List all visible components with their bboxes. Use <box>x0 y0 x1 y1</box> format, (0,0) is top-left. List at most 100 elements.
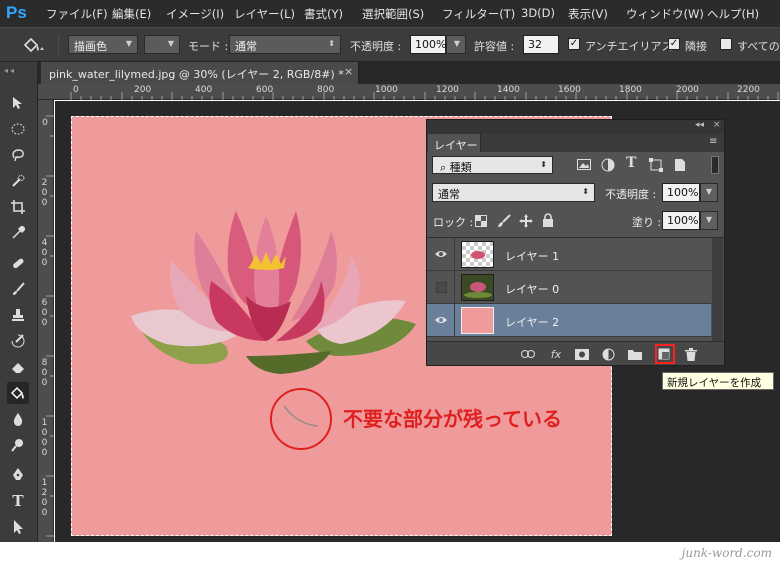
opacity-field[interactable]: 100% <box>410 35 446 54</box>
ruler-label: 8 0 0 <box>41 358 48 388</box>
close-icon[interactable]: × <box>713 120 721 130</box>
eyedropper-tool-icon[interactable] <box>7 222 29 244</box>
lock-transparent-icon[interactable] <box>475 215 487 230</box>
tolerance-field[interactable]: 32 <box>523 35 559 54</box>
layer-thumbnail <box>461 307 494 334</box>
layers-panel: ◂◂ × ≡ レイヤー ⌕ 種類 ⬍ T 通常 ⬍ 不透明度 : 100% ▼ … <box>426 119 725 366</box>
layer-fill-field[interactable]: 100% <box>662 211 700 230</box>
contiguous-checkbox[interactable]: ✓ <box>668 38 680 50</box>
move-tool-icon[interactable] <box>7 92 29 114</box>
shape-filter-icon[interactable] <box>649 158 663 175</box>
visibility-eye-icon[interactable] <box>428 238 455 270</box>
fx-icon[interactable]: fx <box>548 346 564 362</box>
paint-bucket-tool-icon[interactable] <box>22 36 44 57</box>
layer-row[interactable]: レイヤー 2 <box>427 304 711 337</box>
fill-source-dropdown[interactable]: 描画色 ▼ <box>68 35 138 54</box>
fill-label: 塗り : <box>632 216 662 229</box>
fill-source-value: 描画色 <box>74 40 107 53</box>
ruler-label: 1800 <box>619 85 642 95</box>
page-footer: junk-word.com <box>0 542 780 564</box>
layer-list-scrollbar[interactable] <box>712 238 723 342</box>
marquee-tool-icon[interactable] <box>7 118 29 140</box>
layer-row[interactable]: レイヤー 0 <box>427 271 711 304</box>
pattern-picker[interactable]: ▼ <box>144 35 180 54</box>
layer-name[interactable]: レイヤー 1 <box>505 248 559 264</box>
stamp-tool-icon[interactable] <box>7 304 29 326</box>
ruler-label: 600 <box>256 85 274 95</box>
all-layers-label: すべての <box>737 40 780 53</box>
smart-object-filter-icon[interactable] <box>673 158 687 175</box>
ruler-label: 0 <box>73 85 79 95</box>
all-layers-checkbox[interactable] <box>720 38 732 50</box>
panel-grip[interactable]: ◂◂ <box>4 66 34 75</box>
blur-tool-icon[interactable] <box>7 408 29 430</box>
paint-bucket-tool-icon[interactable] <box>7 382 29 404</box>
tab-layers[interactable]: レイヤー <box>428 134 481 152</box>
chevron-down-icon: ▼ <box>125 39 132 48</box>
pixel-filter-icon[interactable] <box>577 158 591 174</box>
lock-label: ロック : <box>433 216 474 229</box>
type-tool-icon[interactable]: T <box>7 490 29 512</box>
add-mask-icon[interactable] <box>574 346 590 362</box>
adjustment-layer-icon[interactable] <box>600 346 616 362</box>
dodge-tool-icon[interactable] <box>7 434 29 456</box>
brush-tool-icon[interactable] <box>7 278 29 300</box>
lock-all-icon[interactable] <box>542 213 554 230</box>
menu-select[interactable]: 選択範囲(S) <box>362 6 424 22</box>
layers-panel-footer: fx <box>427 341 724 365</box>
trash-icon[interactable] <box>683 346 699 362</box>
new-group-folder-icon[interactable] <box>627 346 643 362</box>
layer-thumbnail <box>461 274 494 301</box>
layer-row[interactable]: レイヤー 1 <box>427 238 711 271</box>
panel-menu-icon[interactable]: ≡ <box>709 136 717 147</box>
menu-3d[interactable]: 3D(D) <box>521 6 555 20</box>
search-icon: ⌕ <box>440 161 447 174</box>
tolerance-label: 許容値 : <box>474 40 515 53</box>
link-layers-icon[interactable] <box>520 346 536 362</box>
path-select-tool-icon[interactable] <box>7 516 29 538</box>
quick-select-tool-icon[interactable] <box>7 170 29 192</box>
menu-view[interactable]: 表示(V) <box>568 6 608 22</box>
layer-name[interactable]: レイヤー 0 <box>505 281 559 297</box>
menu-help[interactable]: ヘルプ(H) <box>707 6 759 22</box>
lock-pixels-icon[interactable] <box>497 214 511 231</box>
layer-opacity-field[interactable]: 100% <box>662 183 700 202</box>
layer-name[interactable]: レイヤー 2 <box>505 314 559 330</box>
menu-file[interactable]: ファイル(F) <box>46 6 108 22</box>
menu-edit[interactable]: 編集(E) <box>112 6 151 22</box>
collapse-icon[interactable]: ◂◂ <box>695 120 704 130</box>
visibility-toggle-empty[interactable] <box>428 271 455 303</box>
lock-position-icon[interactable] <box>519 214 533 231</box>
layer-fill-button[interactable]: ▼ <box>700 211 718 230</box>
healing-tool-icon[interactable] <box>7 252 29 274</box>
type-filter-icon[interactable]: T <box>626 155 636 171</box>
filter-kind-dropdown[interactable]: ⌕ 種類 ⬍ <box>432 156 553 174</box>
menu-layer[interactable]: レイヤー(L) <box>234 6 295 22</box>
eraser-tool-icon[interactable] <box>7 356 29 378</box>
menu-filter[interactable]: フィルター(T) <box>442 6 515 22</box>
menu-window[interactable]: ウィンドウ(W) <box>626 6 704 22</box>
close-icon[interactable]: × <box>344 65 353 78</box>
lasso-tool-icon[interactable] <box>7 144 29 166</box>
ruler-label: 200 <box>134 85 152 95</box>
visibility-eye-icon[interactable] <box>428 304 455 336</box>
layer-list: レイヤー 1 レイヤー 0 レイヤー 2 <box>427 237 724 342</box>
ruler-label: 1 2 0 0 <box>41 478 48 518</box>
history-brush-tool-icon[interactable] <box>7 330 29 352</box>
blend-mode-dropdown[interactable]: 通常 ⬍ <box>432 183 595 202</box>
ruler-label: 1600 <box>558 85 581 95</box>
pen-tool-icon[interactable] <box>7 464 29 486</box>
mode-dropdown[interactable]: 通常 ⬍ <box>229 35 341 54</box>
layer-opacity-button[interactable]: ▼ <box>700 183 718 202</box>
crop-tool-icon[interactable] <box>7 196 29 218</box>
adjustment-filter-icon[interactable] <box>601 158 615 175</box>
ruler-label: 400 <box>195 85 213 95</box>
menu-type[interactable]: 書式(Y) <box>304 6 343 22</box>
layer-thumbnail <box>461 241 494 268</box>
opacity-slider-button[interactable]: ▼ <box>446 35 466 54</box>
menu-image[interactable]: イメージ(I) <box>166 6 224 22</box>
filter-toggle[interactable] <box>711 156 719 174</box>
antialias-checkbox[interactable]: ✓ <box>568 38 580 50</box>
panel-header[interactable]: ◂◂ × <box>427 120 724 134</box>
document-tab[interactable]: pink_water_lilymed.jpg @ 30% (レイヤー 2, RG… <box>41 62 359 84</box>
